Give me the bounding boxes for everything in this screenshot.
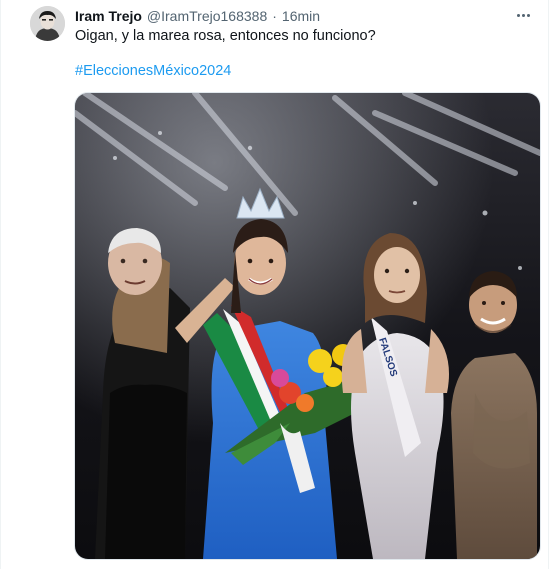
avatar-portrait-icon (30, 6, 65, 41)
separator: · (272, 8, 277, 24)
avatar[interactable] (30, 6, 65, 41)
author-name[interactable]: Iram Trejo (75, 8, 142, 24)
meme-photo: FALSOS (75, 93, 540, 559)
tweet-text: Oigan, y la marea rosa, entonces no func… (75, 28, 376, 44)
tweet-header: Iram Trejo @IramTrejo168388 · 16min (75, 6, 508, 26)
timestamp[interactable]: 16min (282, 8, 320, 24)
more-dots-icon[interactable] (512, 5, 534, 25)
tweet-media-image[interactable]: FALSOS (74, 92, 541, 560)
tweet-card[interactable]: Iram Trejo @IramTrejo168388 · 16min Oiga… (0, 0, 549, 569)
hashtag-link[interactable]: #EleccionesMéxico2024 (75, 62, 231, 81)
author-handle[interactable]: @IramTrejo168388 (147, 8, 267, 24)
